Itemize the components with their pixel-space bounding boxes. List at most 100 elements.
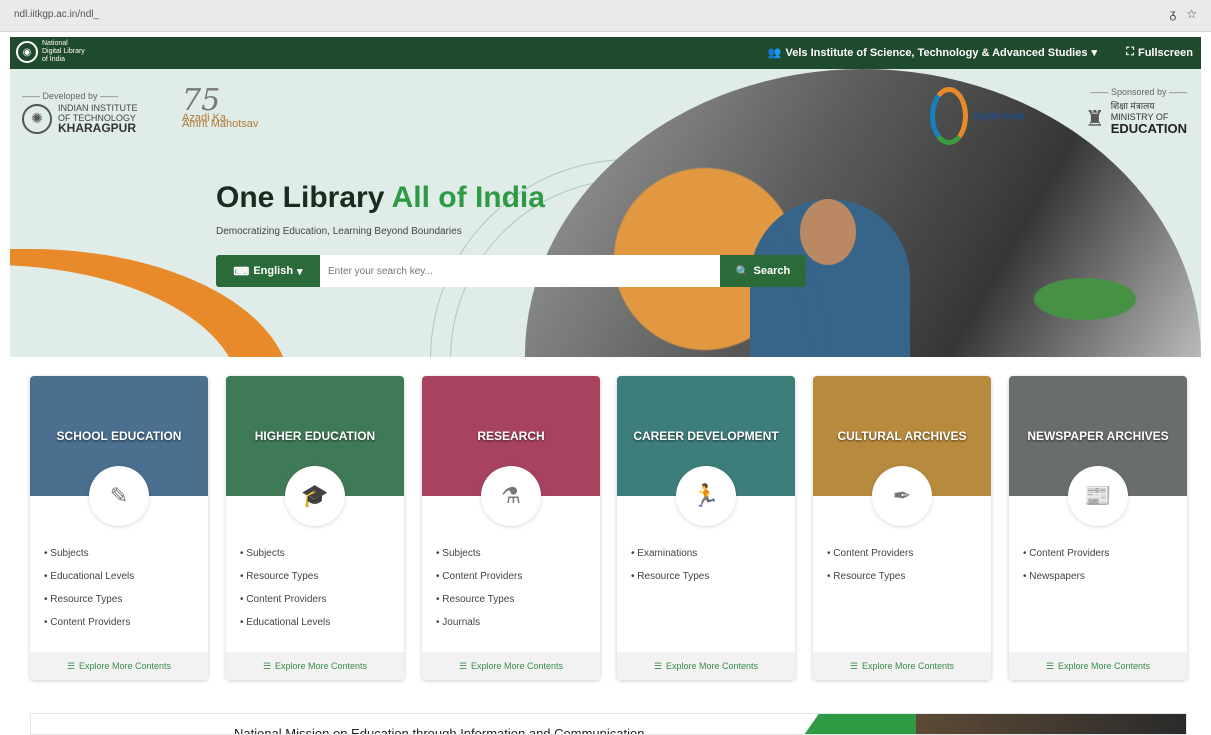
card-career-development[interactable]: CAREER DEVELOPMENT 🏃 Examinations Resour…	[617, 376, 795, 680]
iit-line: INDIAN INSTITUTE	[58, 103, 138, 113]
card-title: NEWSPAPER ARCHIVES	[1027, 429, 1169, 443]
sponsored-by-block: —— Sponsored by —— ♜ शिक्षा मंत्रालय MIN…	[1085, 87, 1187, 136]
graduation-icon: 🎓	[285, 466, 345, 526]
card-link-content-providers[interactable]: Content Providers	[436, 571, 522, 582]
explore-more-button[interactable]: ☰ Explore More Contents	[422, 652, 600, 680]
card-link-resource-types[interactable]: Resource Types	[827, 571, 913, 582]
mission-banner-text: National Mission on Education through In…	[234, 726, 645, 735]
azadi-ka-amrit-mahotsav-logo: 75 Azadi Ka Amrit Mahotsav	[182, 83, 258, 130]
top-navbar: ◉ National Digital Library of India 👥 Ve…	[10, 37, 1201, 69]
national-emblem-icon: ♜	[1084, 105, 1105, 131]
card-link-newspapers[interactable]: Newspapers	[1023, 571, 1109, 582]
explore-more-button[interactable]: ☰ Explore More Contents	[617, 652, 795, 680]
moe-line: EDUCATION	[1110, 121, 1187, 136]
search-bar: ⌨ English ▾ 🔍 Search	[216, 255, 806, 287]
logo-line: Digital Library	[42, 48, 85, 55]
card-title: CAREER DEVELOPMENT	[633, 429, 779, 443]
database-icon: ☰	[458, 660, 468, 671]
quill-icon: ✒	[872, 466, 932, 526]
newspaper-icon: 📰	[1068, 466, 1128, 526]
card-link-resource-types[interactable]: Resource Types	[631, 571, 709, 582]
card-newspaper-archives[interactable]: NEWSPAPER ARCHIVES 📰 Content Providers N…	[1009, 376, 1187, 680]
card-link-journals[interactable]: Journals	[436, 617, 522, 628]
explore-more-button[interactable]: ☰ Explore More Contents	[30, 652, 208, 680]
language-label: English	[253, 265, 294, 277]
institute-name: Vels Institute of Science, Technology & …	[785, 46, 1088, 59]
database-icon: ☰	[1045, 660, 1055, 671]
iit-name: KHARAGPUR	[58, 121, 136, 135]
card-link-subjects[interactable]: Subjects	[436, 548, 522, 559]
caret-down-icon: ▾	[1091, 47, 1097, 59]
translate-icon[interactable]: ᵹ	[1170, 7, 1177, 21]
database-icon: ☰	[849, 660, 859, 671]
explore-more-button[interactable]: ☰ Explore More Contents	[226, 652, 404, 680]
caret-down-icon: ▾	[297, 265, 303, 278]
sponsored-by-label: —— Sponsored by ——	[1090, 87, 1187, 97]
card-link-subjects[interactable]: Subjects	[44, 548, 134, 559]
digital-india-icon	[930, 87, 968, 145]
title-part-b: All of India	[391, 181, 545, 214]
banner-photo	[916, 714, 1186, 734]
card-link-content-providers[interactable]: Content Providers	[1023, 548, 1109, 559]
card-link-examinations[interactable]: Examinations	[631, 548, 709, 559]
fullscreen-button[interactable]: ⛶ Fullscreen	[1126, 46, 1193, 59]
language-selector[interactable]: ⌨ English ▾	[216, 255, 320, 287]
search-button[interactable]: 🔍 Search	[720, 255, 806, 287]
pencil-case-icon: ✎	[89, 466, 149, 526]
database-icon: ☰	[653, 660, 663, 671]
moe-hindi: शिक्षा मंत्रालय	[1110, 101, 1155, 111]
card-link-educational-levels[interactable]: Educational Levels	[240, 617, 330, 628]
card-link-resource-types[interactable]: Resource Types	[44, 594, 134, 605]
card-title: CULTURAL ARCHIVES	[837, 429, 967, 443]
card-title: RESEARCH	[477, 429, 545, 443]
users-icon: 👥	[767, 47, 782, 59]
card-link-resource-types[interactable]: Resource Types	[240, 571, 330, 582]
search-icon: 🔍	[735, 265, 750, 278]
fullscreen-label: Fullscreen	[1137, 46, 1193, 59]
azadi-line: Amrit Mahotsav	[182, 118, 259, 130]
institute-dropdown[interactable]: 👥 Vels Institute of Science, Technology …	[767, 46, 1097, 60]
logo-line: of India	[42, 56, 65, 63]
iit-seal-icon: ✺	[22, 103, 52, 134]
card-link-resource-types[interactable]: Resource Types	[436, 594, 522, 605]
card-school-education[interactable]: SCHOOL EDUCATION ✎ Subjects Educational …	[30, 376, 208, 680]
card-title: SCHOOL EDUCATION	[56, 429, 182, 443]
runner-icon: 🏃	[676, 466, 736, 526]
ndl-logo-icon: ◉	[16, 41, 38, 63]
card-title: HIGHER EDUCATION	[254, 429, 376, 443]
title-part-a: One Library	[216, 181, 385, 214]
iit-kharagpur-logo[interactable]: ✺ INDIAN INSTITUTE OF TECHNOLOGY KHARAGP…	[22, 103, 138, 134]
digital-india-label: Digital India	[974, 111, 1026, 121]
logo-line: National	[42, 40, 68, 47]
card-link-content-providers[interactable]: Content Providers	[240, 594, 330, 605]
card-higher-education[interactable]: HIGHER EDUCATION 🎓 Subjects Resource Typ…	[226, 376, 404, 680]
card-link-educational-levels[interactable]: Educational Levels	[44, 571, 134, 582]
database-icon: ☰	[262, 660, 272, 671]
hero-banner: —— Developed by —— ✺ INDIAN INSTITUTE OF…	[10, 69, 1201, 357]
card-link-content-providers[interactable]: Content Providers	[827, 548, 913, 559]
category-cards: SCHOOL EDUCATION ✎ Subjects Educational …	[30, 376, 1187, 680]
search-button-label: Search	[753, 265, 791, 277]
fullscreen-icon: ⛶	[1126, 46, 1134, 58]
language-icon: ⌨	[233, 265, 250, 278]
browser-toolbar: ndl.iitkgp.ac.in/ndl_ ᵹ ☆	[0, 0, 1211, 32]
card-link-content-providers[interactable]: Content Providers	[44, 617, 134, 628]
student-head	[800, 199, 856, 265]
database-icon: ☰	[66, 660, 76, 671]
page-title: One Library All of India	[216, 181, 545, 215]
developed-by-label: —— Developed by ——	[22, 91, 119, 101]
star-icon[interactable]: ☆	[1186, 7, 1197, 21]
digital-india-logo: Digital India	[930, 87, 1025, 145]
card-research[interactable]: RESEARCH ⚗ Subjects Content Providers Re…	[422, 376, 600, 680]
card-cultural-archives[interactable]: CULTURAL ARCHIVES ✒ Content Providers Re…	[813, 376, 991, 680]
ministry-of-education-logo[interactable]: ♜ शिक्षा मंत्रालय MINISTRY OF EDUCATION	[1085, 101, 1187, 136]
card-link-subjects[interactable]: Subjects	[240, 548, 330, 559]
tagline: Democratizing Education, Learning Beyond…	[216, 226, 462, 237]
address-bar[interactable]: ndl.iitkgp.ac.in/ndl_	[14, 9, 99, 20]
search-input[interactable]	[320, 255, 720, 287]
explore-more-button[interactable]: ☰ Explore More Contents	[813, 652, 991, 680]
research-icon: ⚗	[481, 466, 541, 526]
ndl-logo[interactable]: ◉ National Digital Library of India	[16, 40, 85, 64]
mission-banner: National Mission on Education through In…	[30, 713, 1187, 735]
explore-more-button[interactable]: ☰ Explore More Contents	[1009, 652, 1187, 680]
